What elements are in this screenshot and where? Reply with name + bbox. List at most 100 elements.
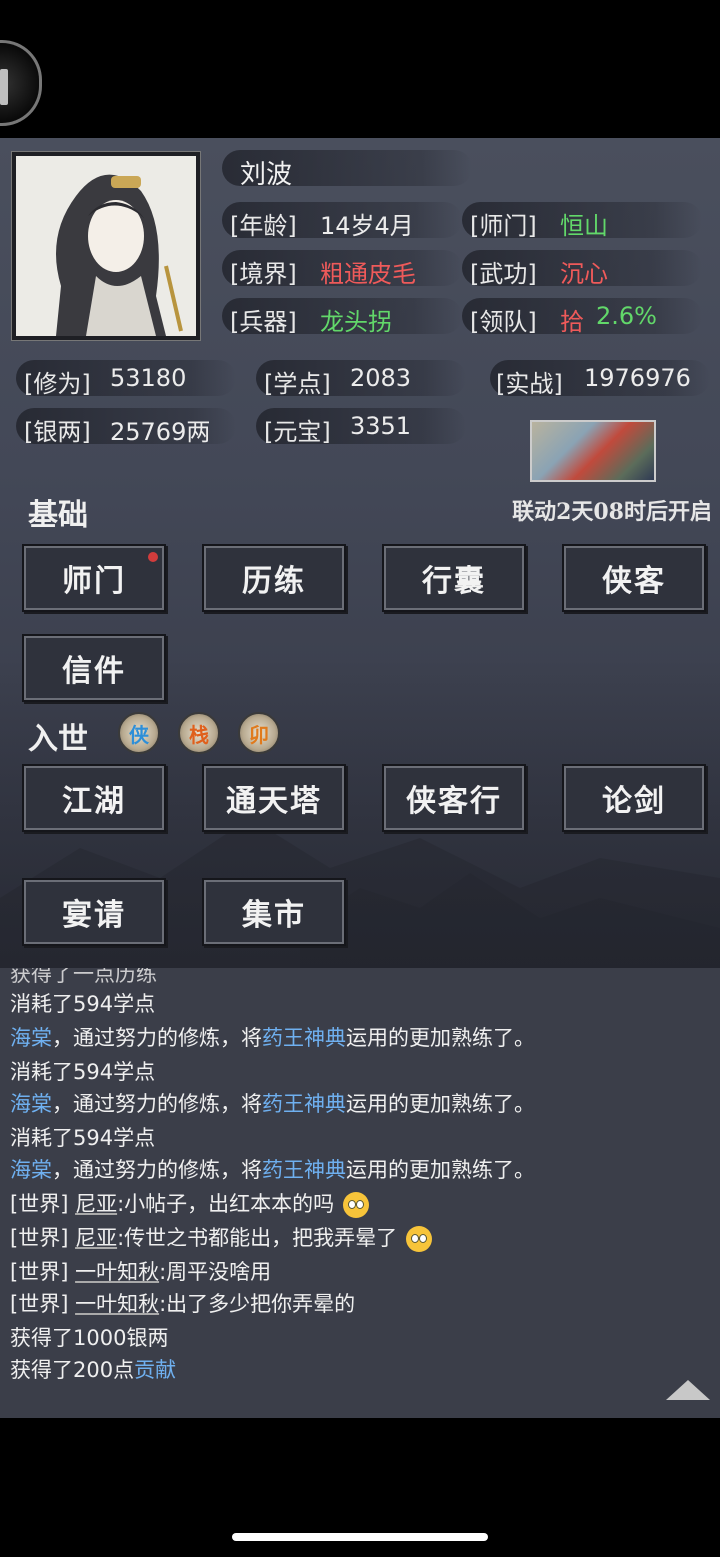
log-text: 运用的更加熟练了。 <box>346 1026 535 1050</box>
age-value: 14岁4月 <box>320 212 414 240</box>
heroes-button[interactable]: 侠客 <box>562 544 706 612</box>
world-channel-tag: [世界] <box>10 1260 69 1284</box>
chat-line: [世界] 一叶知秋:周平没啥用 <box>10 1256 271 1286</box>
dizzy-emoji-icon <box>405 1226 432 1252</box>
market-button-label: 集市 <box>242 898 306 933</box>
top-bar <box>0 0 720 138</box>
study-value: 2083 <box>350 364 412 392</box>
chat-line: [世界] 一叶知秋:出了多少把你弄晕的 <box>10 1288 355 1318</box>
message-log[interactable]: 获得了一点历练 消耗了594学点 海棠，通过努力的修炼，将药王神典运用的更加熟练… <box>0 968 720 1418</box>
chat-sender[interactable]: 一叶知秋 <box>75 1260 159 1284</box>
sect-button[interactable]: 师门 <box>22 544 166 612</box>
event-countdown: 联动2天08时后开启 <box>512 499 712 525</box>
hero-badge-icon[interactable]: 侠 <box>118 712 160 754</box>
basics-title: 基础 <box>28 498 88 533</box>
log-line: 获得了一点历练 <box>10 968 157 986</box>
combat-value: 1976976 <box>584 364 691 392</box>
chat-sender[interactable]: 一叶知秋 <box>75 1292 159 1316</box>
chat-sender[interactable]: 尼亚 <box>75 1226 117 1250</box>
combat-label: [实战] <box>496 370 563 398</box>
duel-button-label: 论剑 <box>602 784 666 819</box>
log-actor-name[interactable]: 海棠 <box>10 1158 52 1182</box>
kungfu-value[interactable]: 沉心 <box>560 254 608 289</box>
log-line: 海棠，通过努力的修炼，将药王神典运用的更加熟练了。 <box>10 1088 535 1118</box>
silver-value: 25769两 <box>110 418 211 446</box>
ingot-label: [元宝] <box>264 418 331 446</box>
sect-value[interactable]: 恒山 <box>560 206 608 241</box>
log-line: 海棠，通过努力的修炼，将药王神典运用的更加熟练了。 <box>10 1022 535 1052</box>
log-line: 获得了1000银两 <box>10 1326 169 1350</box>
chat-text: :传世之书都能出，把我弄晕了 <box>117 1226 398 1250</box>
inventory-button-label: 行囊 <box>422 564 486 599</box>
age-label: [年龄] <box>230 212 297 240</box>
log-line: 获得了200点贡献 <box>10 1354 176 1384</box>
world-channel-tag: [世界] <box>10 1292 69 1316</box>
chat-line: [世界] 尼亚:传世之书都能出，把我弄晕了 <box>10 1222 432 1252</box>
tower-button[interactable]: 通天塔 <box>202 764 346 832</box>
character-portrait[interactable] <box>12 152 200 340</box>
chat-line: [世界] 尼亚:小帖子，出红本本的吗 <box>10 1188 369 1218</box>
cultivation-label: [修为] <box>24 370 91 398</box>
chat-text: :出了多少把你弄晕的 <box>159 1292 356 1316</box>
log-text: 运用的更加熟练了。 <box>346 1092 535 1116</box>
study-label: [学点] <box>264 370 331 398</box>
log-text: 运用的更加熟练了。 <box>346 1158 535 1182</box>
jianghu-button[interactable]: 江湖 <box>22 764 166 832</box>
weapon-value[interactable]: 龙头拐 <box>320 302 392 337</box>
sect-label: [师门] <box>470 212 537 240</box>
scroll-up-icon[interactable] <box>666 1380 710 1400</box>
hero-journey-button[interactable]: 侠客行 <box>382 764 526 832</box>
team-rank: 拾 <box>560 308 584 336</box>
banquet-button[interactable]: 宴请 <box>22 878 166 946</box>
team-percent: 2.6% <box>596 302 657 330</box>
mao-badge-icon[interactable]: 卯 <box>238 712 280 754</box>
market-button[interactable]: 集市 <box>202 878 346 946</box>
back-button[interactable] <box>0 40 42 126</box>
kungfu-label: [武功] <box>470 260 537 288</box>
log-text: 获得了200点 <box>10 1358 135 1382</box>
log-line: 消耗了594学点 <box>10 1060 156 1084</box>
log-skill-name[interactable]: 药王神典 <box>262 1026 346 1050</box>
realm-value: 粗通皮毛 <box>320 260 416 288</box>
training-button-label: 历练 <box>242 564 306 599</box>
sect-button-label: 师门 <box>62 564 126 599</box>
contribution-link[interactable]: 贡献 <box>134 1358 176 1382</box>
world-title: 入世 <box>28 722 88 757</box>
log-line: 消耗了594学点 <box>10 992 156 1016</box>
log-actor-name[interactable]: 海棠 <box>10 1026 52 1050</box>
mail-button-label: 信件 <box>62 654 126 689</box>
log-actor-name[interactable]: 海棠 <box>10 1092 52 1116</box>
home-indicator[interactable] <box>232 1533 488 1541</box>
duel-button[interactable]: 论剑 <box>562 764 706 832</box>
back-icon <box>0 69 8 105</box>
world-channel-tag: [世界] <box>10 1192 69 1216</box>
world-channel-tag: [世界] <box>10 1226 69 1250</box>
log-skill-name[interactable]: 药王神典 <box>262 1092 346 1116</box>
banquet-button-label: 宴请 <box>62 898 126 933</box>
log-text: ，通过努力的修炼，将 <box>52 1158 262 1182</box>
realm-label: [境界] <box>230 260 297 288</box>
chat-text: :周平没啥用 <box>159 1260 272 1284</box>
character-name: 刘波 <box>240 160 293 190</box>
mail-button[interactable]: 信件 <box>22 634 166 702</box>
event-banner-thumbnail[interactable] <box>530 420 656 482</box>
log-text: ，通过努力的修炼，将 <box>52 1092 262 1116</box>
eye-roll-emoji-icon <box>342 1192 369 1218</box>
training-button[interactable]: 历练 <box>202 544 346 612</box>
team-label: [领队] <box>470 308 537 336</box>
chat-sender[interactable]: 尼亚 <box>75 1192 117 1216</box>
cultivation-value: 53180 <box>110 364 187 392</box>
log-line: 消耗了594学点 <box>10 1126 156 1150</box>
log-skill-name[interactable]: 药王神典 <box>262 1158 346 1182</box>
log-line: 海棠，通过努力的修炼，将药王神典运用的更加熟练了。 <box>10 1154 535 1184</box>
portrait-art <box>16 156 196 336</box>
heroes-button-label: 侠客 <box>602 564 666 599</box>
ingot-value: 3351 <box>350 412 412 440</box>
tower-button-label: 通天塔 <box>226 784 322 819</box>
jianghu-button-label: 江湖 <box>62 784 126 819</box>
log-text: ，通过努力的修炼，将 <box>52 1026 262 1050</box>
red-dot-icon <box>148 552 158 562</box>
inventory-button[interactable]: 行囊 <box>382 544 526 612</box>
inn-badge-icon[interactable]: 栈 <box>178 712 220 754</box>
weapon-label: [兵器] <box>230 308 297 336</box>
